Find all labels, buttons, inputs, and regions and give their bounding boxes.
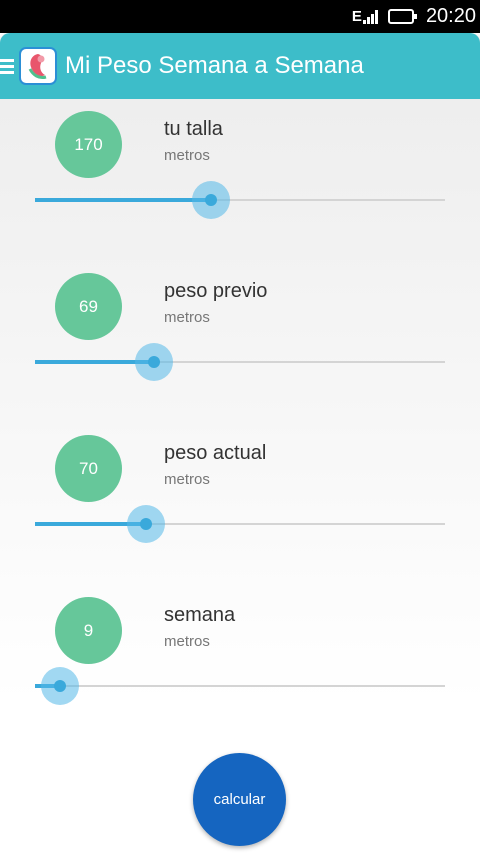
battery-icon: [387, 9, 417, 24]
calculate-button[interactable]: calcular: [193, 753, 286, 846]
main-content: 170 tu talla metros 69 peso previo metro…: [0, 99, 480, 854]
menu-icon[interactable]: [0, 58, 14, 74]
value-badge: 9: [55, 597, 122, 664]
value-badge: 170: [55, 111, 122, 178]
slider-thumb[interactable]: [126, 505, 165, 543]
status-time: 20:20: [425, 5, 476, 27]
previous-weight-slider[interactable]: [35, 343, 445, 381]
field-label: peso previo: [164, 280, 268, 302]
field-previous-weight: 69 peso previo metros: [0, 261, 480, 391]
network-type: E: [351, 8, 362, 25]
app-title: Mi Peso Semana a Semana: [65, 52, 364, 79]
height-slider[interactable]: [35, 181, 445, 219]
field-unit: metros: [164, 633, 210, 650]
field-week: 9 semana metros: [0, 585, 480, 715]
field-unit: metros: [164, 147, 210, 164]
app-logo-icon[interactable]: [19, 47, 57, 85]
status-bar: E 20:20: [0, 0, 480, 33]
field-label: tu talla: [164, 118, 223, 140]
signal-icon: [362, 9, 378, 24]
app-bar: Mi Peso Semana a Semana: [0, 33, 480, 99]
slider-thumb[interactable]: [134, 343, 173, 381]
value-badge: 70: [55, 435, 122, 502]
slider-thumb[interactable]: [192, 181, 231, 219]
field-height: 170 tu talla metros: [0, 99, 480, 229]
current-weight-slider[interactable]: [35, 505, 445, 543]
week-slider[interactable]: [35, 667, 445, 705]
slider-fill: [35, 198, 212, 202]
field-label: semana: [164, 604, 236, 626]
slider-thumb[interactable]: [40, 667, 79, 705]
field-label: peso actual: [164, 442, 267, 464]
value-badge: 69: [55, 273, 122, 340]
field-unit: metros: [164, 471, 210, 488]
field-current-weight: 70 peso actual metros: [0, 423, 480, 553]
field-unit: metros: [164, 309, 210, 326]
